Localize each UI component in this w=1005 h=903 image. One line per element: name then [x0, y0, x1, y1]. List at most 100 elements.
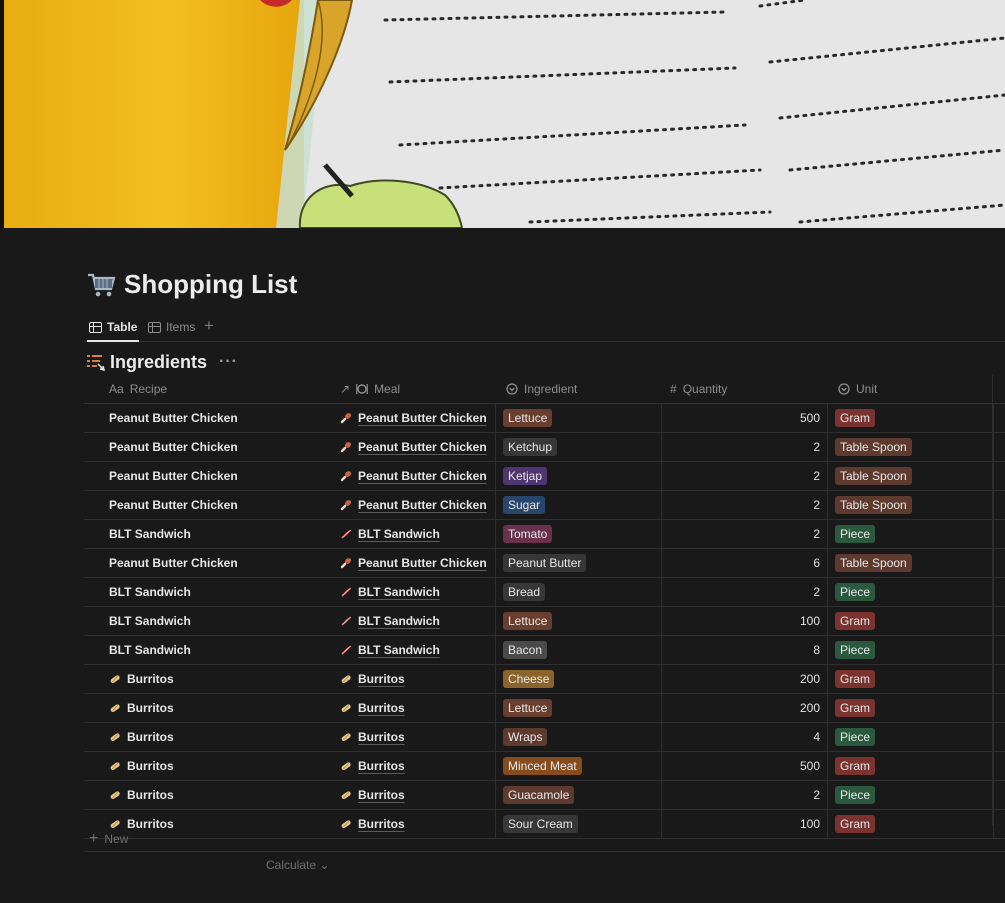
unit-cell[interactable]: Gram [828, 694, 994, 722]
recipe-cell[interactable]: Burritos [109, 752, 331, 780]
column-header-meal[interactable]: ↗ Meal [330, 375, 496, 403]
table-row[interactable]: Peanut Butter Chicken Peanut Butter Chick… [84, 549, 1005, 578]
recipe-cell[interactable]: Burritos [109, 781, 331, 809]
meal-link[interactable]: BLT Sandwich [358, 614, 440, 628]
ingredient-cell[interactable]: Minced Meat [496, 752, 662, 780]
column-header-ingredient[interactable]: Ingredient [496, 375, 662, 403]
recipe-cell[interactable]: Peanut Butter Chicken [109, 433, 331, 461]
meal-link[interactable]: BLT Sandwich [358, 585, 440, 599]
meal-cell[interactable]: Peanut Butter Chicken [330, 462, 496, 490]
ingredient-cell[interactable]: Lettuce [496, 607, 662, 635]
quantity-cell[interactable]: 500 [662, 752, 828, 780]
meal-cell[interactable]: Burritos [330, 723, 496, 751]
meal-cell[interactable]: Burritos [330, 781, 496, 809]
meal-cell[interactable]: BLT Sandwich [330, 520, 496, 548]
table-row[interactable]: Burritos Burritos Minced Meat 500 Gram [84, 752, 1005, 781]
ingredient-cell[interactable]: Tomato [496, 520, 662, 548]
unit-cell[interactable]: Piece [828, 781, 994, 809]
recipe-cell[interactable]: BLT Sandwich [109, 636, 331, 664]
table-row[interactable]: Burritos Burritos Cheese 200 Gram [84, 665, 1005, 694]
quantity-cell[interactable]: 2 [662, 520, 828, 548]
quantity-cell[interactable]: 200 [662, 694, 828, 722]
quantity-cell[interactable]: 200 [662, 665, 828, 693]
table-row[interactable]: BLT Sandwich BLT Sandwich Bacon 8 Piece [84, 636, 1005, 665]
meal-cell[interactable]: BLT Sandwich [330, 607, 496, 635]
quantity-cell[interactable]: 2 [662, 433, 828, 461]
unit-cell[interactable]: Gram [828, 404, 994, 432]
unit-cell[interactable]: Table Spoon [828, 433, 994, 461]
quantity-cell[interactable]: 4 [662, 723, 828, 751]
table-row[interactable]: Burritos Burritos Guacamole 2 Piece [84, 781, 1005, 810]
ingredient-cell[interactable]: Lettuce [496, 694, 662, 722]
meal-link[interactable]: Burritos [358, 759, 405, 773]
recipe-cell[interactable]: BLT Sandwich [109, 578, 331, 606]
ingredient-cell[interactable]: Ketjap [496, 462, 662, 490]
unit-cell[interactable]: Piece [828, 723, 994, 751]
meal-link[interactable]: Peanut Butter Chicken [358, 469, 487, 483]
table-row[interactable]: Burritos Burritos Lettuce 200 Gram [84, 694, 1005, 723]
meal-link[interactable]: Burritos [358, 730, 405, 744]
ingredient-cell[interactable]: Bread [496, 578, 662, 606]
meal-cell[interactable]: Burritos [330, 665, 496, 693]
table-row[interactable]: Peanut Butter Chicken Peanut Butter Chick… [84, 491, 1005, 520]
ingredient-cell[interactable]: Ketchup [496, 433, 662, 461]
table-row[interactable]: BLT Sandwich BLT Sandwich Tomato 2 Piece [84, 520, 1005, 549]
unit-cell[interactable]: Gram [828, 665, 994, 693]
recipe-cell[interactable]: Burritos [109, 665, 331, 693]
ingredient-cell[interactable]: Wraps [496, 723, 662, 751]
column-header-recipe[interactable]: Aa Recipe [109, 375, 331, 403]
meal-cell[interactable]: Burritos [330, 752, 496, 780]
meal-cell[interactable]: Peanut Butter Chicken [330, 549, 496, 577]
meal-link[interactable]: Peanut Butter Chicken [358, 498, 487, 512]
unit-cell[interactable]: Gram [828, 752, 994, 780]
new-row-button[interactable]: + New [84, 826, 1005, 852]
tab-table[interactable]: Table [86, 314, 140, 342]
meal-link[interactable]: Burritos [358, 701, 405, 715]
table-row[interactable]: Peanut Butter Chicken Peanut Butter Chick… [84, 433, 1005, 462]
recipe-cell[interactable]: Peanut Butter Chicken [109, 462, 331, 490]
tab-items[interactable]: Items [148, 314, 195, 340]
meal-link[interactable]: Peanut Butter Chicken [358, 411, 487, 425]
recipe-cell[interactable]: Peanut Butter Chicken [109, 404, 331, 432]
meal-cell[interactable]: Peanut Butter Chicken [330, 491, 496, 519]
column-header-unit[interactable]: Unit [828, 375, 994, 403]
meal-link[interactable]: BLT Sandwich [358, 527, 440, 541]
more-options-icon[interactable]: ··· [219, 353, 238, 371]
ingredient-cell[interactable]: Peanut Butter [496, 549, 662, 577]
quantity-cell[interactable]: 500 [662, 404, 828, 432]
recipe-cell[interactable]: BLT Sandwich [109, 520, 331, 548]
meal-link[interactable]: Peanut Butter Chicken [358, 556, 487, 570]
unit-cell[interactable]: Table Spoon [828, 462, 994, 490]
ingredient-cell[interactable]: Lettuce [496, 404, 662, 432]
quantity-cell[interactable]: 8 [662, 636, 828, 664]
unit-cell[interactable]: Piece [828, 636, 994, 664]
recipe-cell[interactable]: Peanut Butter Chicken [109, 549, 331, 577]
ingredient-cell[interactable]: Cheese [496, 665, 662, 693]
quantity-cell[interactable]: 2 [662, 491, 828, 519]
ingredient-cell[interactable]: Sugar [496, 491, 662, 519]
table-row[interactable]: Peanut Butter Chicken Peanut Butter Chick… [84, 462, 1005, 491]
recipe-cell[interactable]: Burritos [109, 723, 331, 751]
ingredient-cell[interactable]: Bacon [496, 636, 662, 664]
quantity-cell[interactable]: 100 [662, 607, 828, 635]
meal-link[interactable]: Burritos [358, 788, 405, 802]
meal-cell[interactable]: Peanut Butter Chicken [330, 433, 496, 461]
unit-cell[interactable]: Table Spoon [828, 549, 994, 577]
recipe-cell[interactable]: Burritos [109, 694, 331, 722]
recipe-cell[interactable]: BLT Sandwich [109, 607, 331, 635]
quantity-cell[interactable]: 2 [662, 578, 828, 606]
meal-cell[interactable]: BLT Sandwich [330, 578, 496, 606]
unit-cell[interactable]: Piece [828, 578, 994, 606]
unit-cell[interactable]: Table Spoon [828, 491, 994, 519]
unit-cell[interactable]: Piece [828, 520, 994, 548]
ingredient-cell[interactable]: Guacamole [496, 781, 662, 809]
column-header-quantity[interactable]: # Quantity [662, 375, 828, 403]
meal-cell[interactable]: Burritos [330, 694, 496, 722]
table-row[interactable]: Burritos Burritos Wraps 4 Piece [84, 723, 1005, 752]
meal-link[interactable]: Peanut Butter Chicken [358, 440, 487, 454]
quantity-cell[interactable]: 2 [662, 462, 828, 490]
add-view-icon[interactable]: + [204, 316, 214, 336]
meal-cell[interactable]: BLT Sandwich [330, 636, 496, 664]
unit-cell[interactable]: Gram [828, 607, 994, 635]
table-row[interactable]: BLT Sandwich BLT Sandwich Bread 2 Piece [84, 578, 1005, 607]
